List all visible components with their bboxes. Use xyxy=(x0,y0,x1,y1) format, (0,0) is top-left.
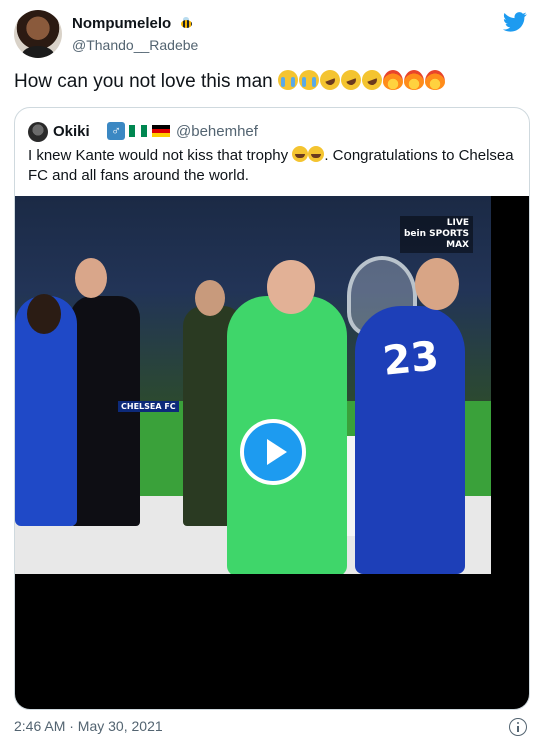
male-sign-icon: ♂ xyxy=(107,122,125,140)
live-label: LIVE xyxy=(446,218,469,228)
tweet-text-content: How can you not love this man xyxy=(14,71,273,92)
play-icon[interactable] xyxy=(240,419,306,485)
author-name-text: Nompumelelo xyxy=(72,15,172,32)
tweet-header: Nompumelelo @Thando__Radebe xyxy=(14,10,531,60)
chelsea-banner: CHELSEA FC xyxy=(118,401,179,412)
loudly-crying-face-icon xyxy=(299,70,320,90)
fire-icon xyxy=(383,70,404,90)
author-display-name[interactable]: Nompumelelo xyxy=(72,15,193,32)
person-kante-head xyxy=(27,294,61,334)
fire-icon xyxy=(404,70,425,90)
quoted-tweet[interactable]: Okiki ♂ @behemhef I knew Kante would not… xyxy=(14,107,530,710)
author-handle[interactable]: @Thando__Radebe xyxy=(72,37,198,53)
person-green-suit-head xyxy=(195,280,225,316)
germany-flag-icon xyxy=(152,125,170,137)
rolling-laughing-icon xyxy=(338,67,364,93)
fire-icon xyxy=(425,70,446,90)
quoted-tweet-text: I knew Kante would not kiss that trophy … xyxy=(28,146,518,186)
tweet-text: How can you not love this man xyxy=(14,67,446,94)
tweet-timestamp[interactable]: 2:46 AM · May 30, 2021 xyxy=(14,718,163,734)
rolling-laughing-icon xyxy=(359,67,385,93)
broadcaster-name: bein SPORTS xyxy=(403,229,469,239)
info-icon[interactable] xyxy=(509,718,527,736)
quoted-author-name: Okiki xyxy=(53,123,90,140)
quoted-text-part1: I knew Kante would not kiss that trophy xyxy=(28,147,289,164)
max-label: MAX xyxy=(446,240,469,250)
video-player[interactable]: 23 CHELSEA FC LIVE bein SPORTS MAX xyxy=(15,196,529,709)
grinning-face-icon xyxy=(308,146,325,162)
person-suit-head xyxy=(75,258,107,298)
author-avatar[interactable] xyxy=(14,10,62,58)
player-23-head xyxy=(415,258,459,310)
loudly-crying-face-icon xyxy=(278,70,299,90)
jersey-number: 23 xyxy=(380,333,441,385)
rolling-laughing-icon xyxy=(317,67,343,93)
goalkeeper-head xyxy=(267,260,315,314)
video-frame: 23 CHELSEA FC LIVE bein SPORTS MAX xyxy=(15,196,491,574)
quoted-author-handle: @behemhef xyxy=(176,123,258,140)
broadcaster-logo: LIVE bein SPORTS MAX xyxy=(399,216,473,253)
bee-icon xyxy=(179,17,193,29)
grinning-face-icon xyxy=(292,146,309,162)
twitter-bird-icon[interactable] xyxy=(503,12,527,32)
quoted-author-avatar xyxy=(28,122,48,142)
nigeria-flag-icon xyxy=(129,125,147,137)
